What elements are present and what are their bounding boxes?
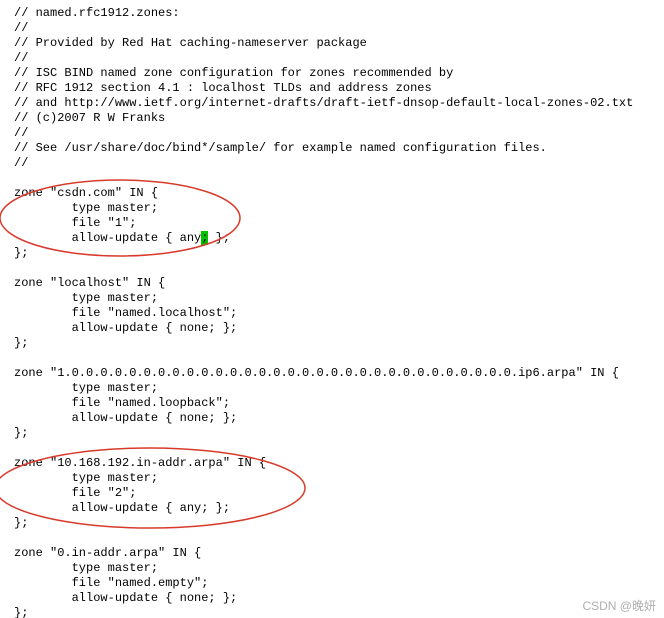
zone-allow-update: allow-update { any; }; — [14, 501, 230, 515]
zone-file: file "2"; — [14, 486, 136, 500]
zone-close: }; — [14, 336, 28, 350]
zone-type: type master; — [14, 471, 158, 485]
comment-line: // named.rfc1912.zones: — [14, 6, 180, 20]
zone-allow-update: allow-update { none; }; — [14, 321, 237, 335]
allow-post: }; — [208, 231, 230, 245]
comment-line: // — [14, 126, 28, 140]
zone-allow-update: allow-update { any; }; — [14, 231, 230, 245]
zone-close: }; — [14, 246, 28, 260]
zone-open: zone "0.in-addr.arpa" IN { — [14, 546, 201, 560]
comment-line: // — [14, 21, 28, 35]
zone-type: type master; — [14, 561, 158, 575]
zone-file: file "named.loopback"; — [14, 396, 230, 410]
comment-line: // — [14, 156, 28, 170]
zone-file: file "named.localhost"; — [14, 306, 237, 320]
comment-line: // RFC 1912 section 4.1 : localhost TLDs… — [14, 81, 432, 95]
zone-open: zone "10.168.192.in-addr.arpa" IN { — [14, 456, 266, 470]
code-block: // named.rfc1912.zones: // // Provided b… — [0, 0, 664, 618]
zone-close: }; — [14, 606, 28, 618]
allow-pre: allow-update { any — [14, 231, 201, 245]
zone-type: type master; — [14, 381, 158, 395]
zone-allow-update: allow-update { none; }; — [14, 591, 237, 605]
zone-close: }; — [14, 426, 28, 440]
comment-line: // Provided by Red Hat caching-nameserve… — [14, 36, 367, 50]
zone-allow-update: allow-update { none; }; — [14, 411, 237, 425]
comment-line: // and http://www.ietf.org/internet-draf… — [14, 96, 633, 110]
comment-line: // (c)2007 R W Franks — [14, 111, 165, 125]
zone-open: zone "csdn.com" IN { — [14, 186, 158, 200]
zone-open: zone "1.0.0.0.0.0.0.0.0.0.0.0.0.0.0.0.0.… — [14, 366, 619, 380]
zone-type: type master; — [14, 201, 158, 215]
zone-open: zone "localhost" IN { — [14, 276, 165, 290]
config-file-view: // named.rfc1912.zones: // // Provided b… — [0, 0, 664, 618]
comment-line: // See /usr/share/doc/bind*/sample/ for … — [14, 141, 547, 155]
zone-close: }; — [14, 516, 28, 530]
zone-file: file "named.empty"; — [14, 576, 208, 590]
comment-line: // ISC BIND named zone configuration for… — [14, 66, 453, 80]
zone-file: file "1"; — [14, 216, 136, 230]
zone-type: type master; — [14, 291, 158, 305]
comment-line: // — [14, 51, 28, 65]
